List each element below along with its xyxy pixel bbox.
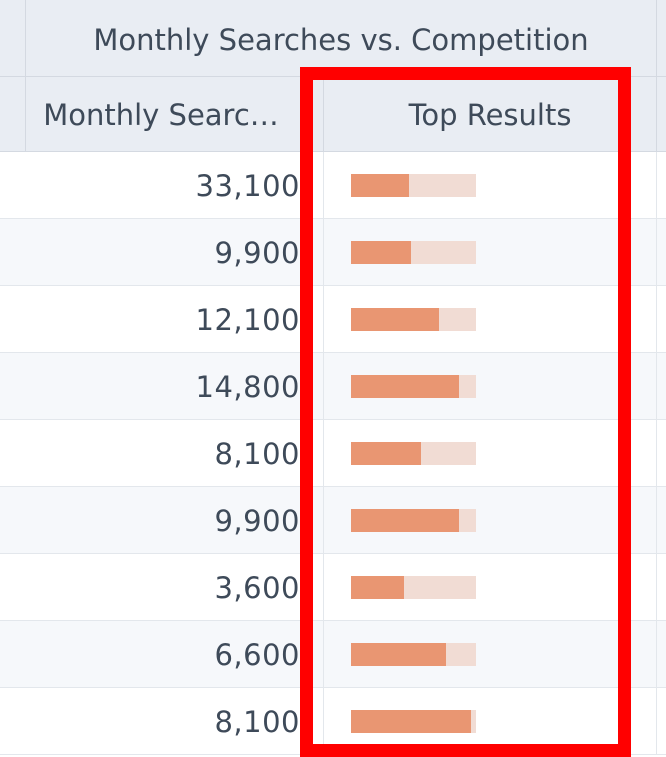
table-row[interactable]: 9,900 [0,219,666,286]
cell-divider [323,219,324,286]
top-results-bar[interactable] [351,174,476,197]
top-results-bar[interactable] [351,442,476,465]
monthly-searches-cell[interactable]: 3,600 [0,554,300,621]
table-row[interactable]: 33,100 [0,152,666,219]
cell-divider [656,554,657,621]
cell-divider [656,286,657,353]
monthly-searches-cell[interactable]: 8,100 [0,688,300,755]
cell-divider [323,286,324,353]
top-results-bar-fill [351,442,421,465]
column-header-monthly-searches[interactable]: Monthly Searc… [26,77,296,152]
table-row[interactable]: 8,100 [0,688,666,755]
table-row[interactable]: 9,900 [0,487,666,554]
top-results-bar[interactable] [351,375,476,398]
top-results-bar[interactable] [351,643,476,666]
grid-body: 33,100 9,900 12,100 14,800 8,100 9,900 3,600 6,… [0,152,666,755]
table-row[interactable]: 6,600 [0,621,666,688]
top-results-bar[interactable] [351,308,476,331]
monthly-searches-cell[interactable]: 8,100 [0,420,300,487]
top-results-bar-fill [351,643,446,666]
column-header-row: Monthly Searc… Top Results [0,77,666,152]
column-divider[interactable] [656,77,657,152]
cell-divider [656,219,657,286]
cell-divider [323,353,324,420]
top-results-bar-fill [351,509,459,532]
table-row[interactable]: 14,800 [0,353,666,420]
column-divider[interactable] [656,0,657,77]
top-results-bar-fill [351,174,409,197]
monthly-searches-cell[interactable]: 14,800 [0,353,300,420]
top-results-bar-fill [351,241,411,264]
cell-divider [656,487,657,554]
cell-divider [323,420,324,487]
monthly-searches-cell[interactable]: 33,100 [0,152,300,219]
column-group-header: Monthly Searches vs. Competition [0,0,666,77]
top-results-bar-fill [351,308,439,331]
cell-divider [656,621,657,688]
cell-divider [323,688,324,755]
cell-divider [656,152,657,219]
top-results-bar[interactable] [351,509,476,532]
monthly-searches-cell[interactable]: 6,600 [0,621,300,688]
top-results-bar-fill [351,375,459,398]
cell-divider [323,621,324,688]
cell-divider [656,420,657,487]
cell-divider [656,688,657,755]
monthly-searches-cell[interactable]: 12,100 [0,286,300,353]
monthly-searches-cell[interactable]: 9,900 [0,487,300,554]
top-results-bar[interactable] [351,241,476,264]
top-results-bar[interactable] [351,710,476,733]
group-header-title[interactable]: Monthly Searches vs. Competition [26,0,656,77]
cell-divider [323,487,324,554]
top-results-bar-fill [351,710,471,733]
cell-divider [323,152,324,219]
cell-divider [323,554,324,621]
table-row[interactable]: 3,600 [0,554,666,621]
table-row[interactable]: 8,100 [0,420,666,487]
table-row[interactable]: 12,100 [0,286,666,353]
top-results-bar-fill [351,576,404,599]
cell-divider [656,353,657,420]
monthly-searches-cell[interactable]: 9,900 [0,219,300,286]
top-results-bar[interactable] [351,576,476,599]
column-header-top-results[interactable]: Top Results [324,77,656,152]
data-grid: Monthly Searches vs. Competition Monthly… [0,0,666,757]
